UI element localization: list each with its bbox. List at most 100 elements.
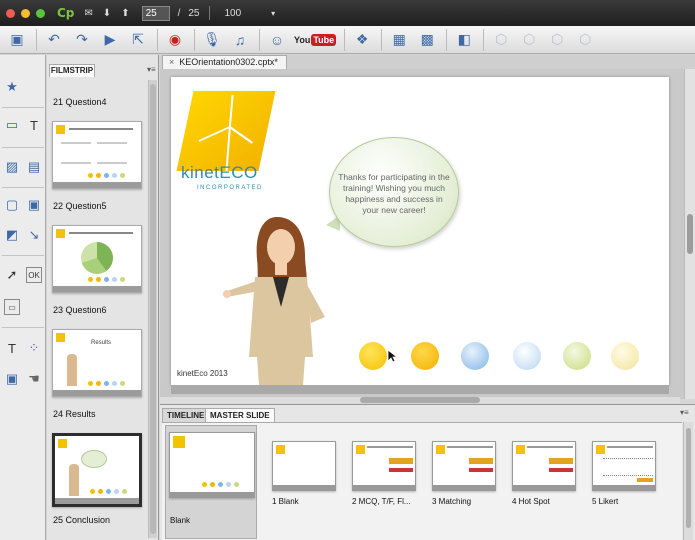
brand-subtitle: INCORPORATED	[197, 185, 263, 191]
star-icon[interactable]: ★	[4, 79, 20, 95]
undo-icon[interactable]: ↶	[43, 30, 65, 50]
rollover-caption-icon[interactable]: T	[4, 340, 20, 356]
text-caption-icon[interactable]: ▭	[4, 117, 20, 133]
tab-master-slide[interactable]: MASTER SLIDE	[205, 408, 275, 422]
table-icon[interactable]: ▦	[388, 30, 410, 50]
stage-vertical-scrollbar[interactable]	[684, 69, 695, 399]
hand-icon[interactable]: ☚	[26, 371, 42, 387]
cube-icon[interactable]: ⬡	[490, 30, 512, 50]
preview-icon[interactable]: ▶	[99, 30, 121, 50]
layout-thumbnail	[592, 441, 656, 491]
layout-label: 3 Matching	[432, 497, 472, 506]
character-icon[interactable]: ☺	[266, 30, 288, 50]
panel-menu-icon[interactable]: ▾≡	[680, 408, 689, 417]
main-master-slide[interactable]: Blank	[165, 425, 257, 539]
cube-icon[interactable]: ⬡	[574, 30, 596, 50]
layout-item[interactable]: 1 Blank	[272, 441, 336, 506]
nav-dot-1[interactable]	[359, 342, 387, 370]
scrollbar-thumb[interactable]	[150, 84, 156, 534]
nav-dot-6[interactable]	[611, 342, 639, 370]
redo-icon[interactable]: ↷	[71, 30, 93, 50]
widget-icon[interactable]: ❖	[351, 30, 373, 50]
copyright-text: kinetEco 2013	[177, 369, 228, 378]
panel-menu-icon[interactable]: ▾≡	[147, 65, 156, 74]
document-tab[interactable]: × KEOrientation0302.cptx*	[162, 55, 287, 69]
mini-bar	[55, 498, 139, 504]
current-page-input[interactable]: 25	[141, 5, 170, 21]
arrow-down-icon[interactable]: ⬇	[103, 8, 111, 19]
filmstrip-label[interactable]: 22 Question5	[53, 201, 107, 211]
cube-icon[interactable]: ⬡	[546, 30, 568, 50]
bottom-panel-scrollbar[interactable]	[683, 422, 693, 540]
filmstrip-label[interactable]: 23 Question6	[53, 305, 107, 315]
rectangle-icon[interactable]: ▢	[4, 197, 20, 213]
zoom-area-icon[interactable]: ↘	[26, 227, 42, 243]
gallery-icon[interactable]: ▤	[26, 159, 42, 175]
tab-timeline[interactable]: TIMELINE	[162, 408, 210, 422]
mini-logo	[436, 445, 445, 454]
nav-dot-3[interactable]	[461, 342, 489, 370]
slide-canvas[interactable]: kinetECO INCORPORATED Thanks for partici…	[171, 77, 669, 385]
click-box-icon[interactable]: ➚	[4, 267, 20, 283]
zoom-window-button[interactable]	[36, 8, 45, 18]
close-window-button[interactable]	[6, 8, 15, 18]
image-icon[interactable]: ▨	[4, 159, 20, 175]
image-icon[interactable]: ▩	[416, 30, 438, 50]
button-icon[interactable]: OK	[26, 267, 42, 283]
close-tab-icon[interactable]: ×	[169, 57, 174, 67]
zoom-level[interactable]: 100	[224, 8, 241, 19]
mail-icon[interactable]: ✉	[84, 8, 92, 19]
youtube-text: You	[294, 34, 311, 45]
record-icon[interactable]: ◉	[164, 30, 186, 50]
presenter-character[interactable]	[221, 207, 361, 385]
filmstrip-slide-23[interactable]	[52, 225, 142, 293]
save-icon[interactable]: ▣	[6, 30, 28, 50]
text-entry-box-icon[interactable]: ▭	[4, 299, 20, 315]
scrollbar-thumb[interactable]	[360, 397, 480, 403]
filmstrip-label[interactable]: 24 Results	[53, 409, 96, 419]
nav-dot-2[interactable]	[411, 342, 439, 370]
kineteco-logo	[176, 91, 276, 171]
zoom-dropdown-icon[interactable]: ▾	[271, 9, 275, 18]
minimize-window-button[interactable]	[21, 8, 30, 18]
stage-horizontal-scrollbar[interactable]	[160, 397, 680, 403]
mini-bar	[513, 485, 575, 490]
mini-text	[69, 232, 133, 234]
layout-item[interactable]: 5 Likert	[592, 441, 656, 506]
filmstrip-slide-25[interactable]	[52, 433, 142, 507]
layout-item[interactable]: 2 MCQ, T/F, Fl...	[352, 441, 416, 506]
scrollbar-thumb[interactable]	[686, 428, 691, 528]
cube-icon[interactable]: ⬡	[518, 30, 540, 50]
publish-icon[interactable]: ⇱	[127, 30, 149, 50]
nav-dot-4[interactable]	[513, 342, 541, 370]
bottom-panel: TIMELINE MASTER SLIDE ▾≡ Blank 1 Blank 2…	[160, 404, 695, 540]
scrollbar-thumb[interactable]	[687, 214, 693, 254]
microphone-icon[interactable]: 🎙	[201, 30, 223, 50]
stage-area: kinetECO INCORPORATED Thanks for partici…	[160, 69, 684, 399]
filmstrip-label[interactable]: 21 Question4	[53, 97, 107, 107]
mini-button	[389, 458, 413, 464]
layout-thumbnail	[512, 441, 576, 491]
text-entry-icon[interactable]: T	[26, 117, 42, 133]
flv-icon[interactable]: ▣	[4, 371, 20, 387]
layout-item[interactable]: 4 Hot Spot	[512, 441, 576, 506]
layout-item[interactable]: 3 Matching	[432, 441, 496, 506]
filmstrip-slide-24[interactable]: Results	[52, 329, 142, 397]
highlight-icon[interactable]: ◩	[4, 227, 20, 243]
mini-bubble	[81, 450, 107, 468]
video-icon[interactable]: ▣	[26, 197, 42, 213]
filmstrip-scrollbar[interactable]	[148, 80, 157, 538]
arrow-up-icon[interactable]: ⬆	[121, 8, 129, 19]
nav-dot-5[interactable]	[563, 342, 591, 370]
toolbar-divider	[157, 28, 158, 51]
filmstrip-slide-22[interactable]	[52, 121, 142, 189]
rollover-smart-shape-icon[interactable]: ⁘	[26, 340, 42, 356]
mini-text	[69, 128, 133, 130]
music-icon[interactable]: ♫	[229, 30, 251, 50]
filmstrip-label[interactable]: 25 Conclusion	[53, 515, 110, 525]
captivate-icon[interactable]: ◧	[453, 30, 475, 50]
filmstrip-tab[interactable]: FILMSTRIP	[49, 64, 95, 77]
object-toolbar: ★ ▭ T ▨ ▤ ▢ ▣ ◩ ↘ ➚ OK ▭ T ⁘ ▣ ☚	[0, 55, 46, 540]
toolbar-divider	[344, 28, 346, 51]
youtube-icon[interactable]: You Tube	[294, 30, 337, 50]
